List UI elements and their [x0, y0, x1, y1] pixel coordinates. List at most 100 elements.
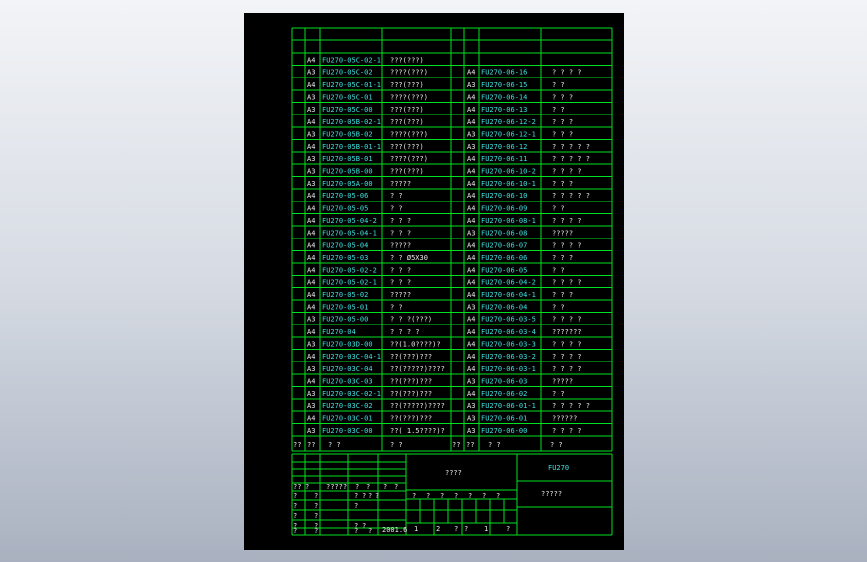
right-row-code: FU270-06-12 — [481, 143, 527, 151]
right-row-name: ? ? ? ? ? — [552, 155, 590, 163]
title-cell: ? — [482, 492, 486, 500]
right-row-code: FU270-06-08 — [481, 229, 527, 237]
left-row-format: A3 — [307, 340, 315, 348]
title-cell: ? — [293, 502, 297, 510]
left-row-format: A4 — [307, 56, 315, 64]
left-row-name: ??(???)??? — [390, 353, 432, 361]
left-row-format: A3 — [307, 155, 315, 163]
right-row-format: A4 — [467, 106, 475, 114]
left-row-code: FU270-05-02-2 — [322, 266, 377, 274]
left-row-code: FU270-05B-01-1 — [322, 143, 381, 151]
left-row-name: ??(?????)???? — [390, 402, 445, 410]
title-cell: ? — [368, 527, 372, 535]
left-row-format: A4 — [307, 242, 315, 250]
right-row-code: FU270-06-12-2 — [481, 118, 536, 126]
right-row-name: ? ? ? — [552, 291, 573, 299]
left-row-format: A4 — [307, 217, 315, 225]
left-row-code: FU270-05-04-1 — [322, 229, 377, 237]
right-row-format: A4 — [467, 93, 475, 101]
left-row-format: A4 — [307, 254, 315, 262]
left-row-name: ??( 1.5????)? — [390, 427, 445, 435]
left-row-name: ???(???) — [390, 118, 424, 126]
left-row-name: ????? — [390, 291, 411, 299]
right-row-name: ? ? — [552, 390, 565, 398]
title-cell: ? — [412, 492, 416, 500]
left-row-code: FU270-05B-02-1 — [322, 118, 381, 126]
left-row-name: ????(???) — [390, 93, 428, 101]
left-row-format: A3 — [307, 93, 315, 101]
right-row-name: ????? — [552, 377, 573, 385]
footer-cell: ? ? — [488, 441, 501, 449]
right-row-name: ? ? — [552, 106, 565, 114]
left-row-format: A3 — [307, 427, 315, 435]
title-cell: 1 — [484, 525, 488, 533]
left-row-code: FU270-04 — [322, 328, 356, 336]
left-row-format: A4 — [307, 353, 315, 361]
right-row-code: FU270-06-13 — [481, 106, 527, 114]
left-row-code: FU270-05B-02 — [322, 130, 373, 138]
left-row-format: A3 — [307, 180, 315, 188]
right-row-format: A4 — [467, 266, 475, 274]
table-cells: A4 FU270-05C-02-1 ???(???) A3 FU270-05C-02??… — [293, 56, 590, 535]
right-row-code: FU270-06-14 — [481, 93, 527, 101]
right-row-format: A4 — [467, 353, 475, 361]
right-row-format: A3 — [467, 130, 475, 138]
title-cell: ? — [454, 492, 458, 500]
right-row-code: FU270-06-10-2 — [481, 168, 536, 176]
right-row-code: FU270-06-01 — [481, 415, 527, 423]
left-row-code: FU270-05C-01 — [322, 93, 373, 101]
left-row-code: FU270-05C-02 — [322, 69, 373, 77]
left-row-code: FU270-05-02 — [322, 291, 368, 299]
right-row-name: ? ? ? ? — [552, 217, 582, 225]
right-row-code: FU270-06-16 — [481, 69, 527, 77]
title-cell: ? — [468, 492, 472, 500]
left-row-format: A4 — [307, 118, 315, 126]
right-row-code: FU270-06-01-1 — [481, 402, 536, 410]
left-row-code: FU270-05C-01-1 — [322, 81, 381, 89]
left-row-format: A4 — [307, 377, 315, 385]
right-row-format: A4 — [467, 180, 475, 188]
left-row-code: FU270-05C-00 — [322, 106, 373, 114]
right-row-name: ? ? — [552, 266, 565, 274]
left-row-code: FU270-03C-04 — [322, 365, 373, 373]
right-row-name: ????? — [552, 229, 573, 237]
right-row-name: ? ? — [552, 205, 565, 213]
left-row-code: FU270-05-04-2 — [322, 217, 377, 225]
right-row-name: ? ? ? — [552, 118, 573, 126]
left-row-name: ? ? ? ? — [390, 328, 420, 336]
right-row-name: ? ? ? ? — [552, 353, 582, 361]
title-cell: ? — [394, 483, 398, 491]
right-row-format: A4 — [467, 340, 475, 348]
left-row-code: FU270-05-02-1 — [322, 279, 377, 287]
right-row-name: ? ? ? ? — [552, 168, 582, 176]
right-row-name: ? ? ? ? ? — [552, 143, 590, 151]
right-row-code: FU270-06-10-1 — [481, 180, 536, 188]
right-row-format: A3 — [467, 143, 475, 151]
right-row-code: FU270-06-03-4 — [481, 328, 536, 336]
left-row-format: A4 — [307, 279, 315, 287]
right-row-format: A4 — [467, 291, 475, 299]
left-row-name: ? ? ? — [390, 217, 411, 225]
left-row-code: FU270-05C-02-1 — [322, 56, 381, 64]
left-row-format: A4 — [307, 192, 315, 200]
right-row-code: FU270-06-04-1 — [481, 291, 536, 299]
left-row-name: ???(???) — [390, 168, 424, 176]
right-row-format: A3 — [467, 81, 475, 89]
left-row-name: ? ? — [390, 192, 403, 200]
title-cell: ? — [314, 512, 318, 520]
left-row-format: A3 — [307, 106, 315, 114]
title-cell: ? — [366, 483, 370, 491]
title-cell: ? — [362, 492, 366, 500]
left-row-code: FU270-05A-00 — [322, 180, 373, 188]
right-row-name: ??????? — [552, 328, 582, 336]
footer-cell: ? ? — [390, 441, 403, 449]
right-row-name: ? ? ? ? ? — [552, 402, 590, 410]
left-row-name: ? ? Ø5X30 — [390, 254, 428, 262]
left-row-format: A4 — [307, 205, 315, 213]
left-row-name: ? ? — [390, 205, 403, 213]
right-row-code: FU270-06-08-1 — [481, 217, 536, 225]
right-row-format: A3 — [467, 427, 475, 435]
right-row-code: FU270-06-05 — [481, 266, 527, 274]
right-row-name: ? ? ? ? — [552, 427, 582, 435]
left-row-format: A4 — [307, 229, 315, 237]
